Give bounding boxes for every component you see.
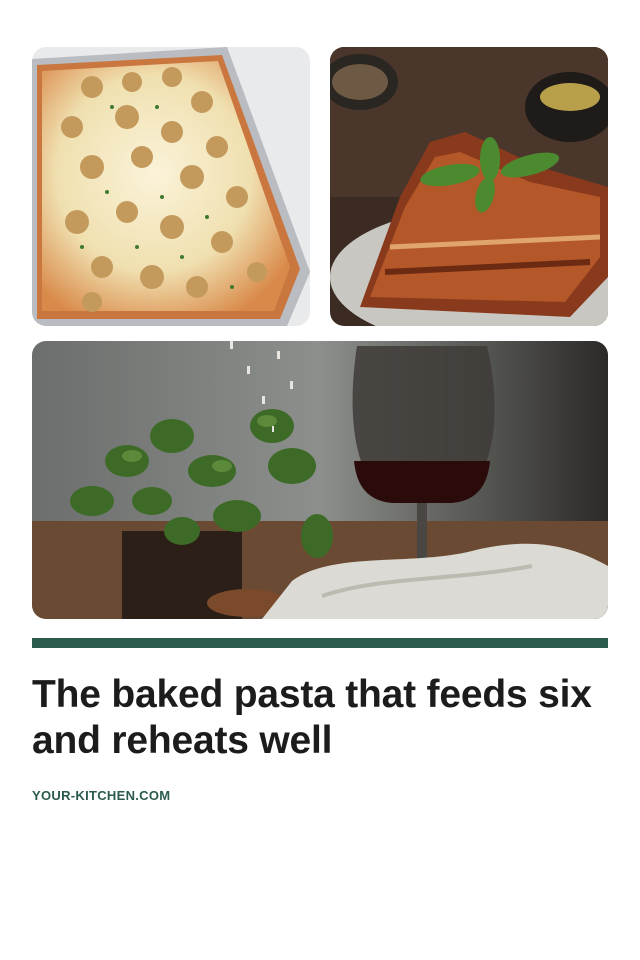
article-headline[interactable]: The baked pasta that feeds six and rehea…: [32, 672, 608, 764]
basil-and-wine-image: [32, 341, 608, 619]
source-domain[interactable]: YOUR-KITCHEN.COM: [32, 788, 170, 803]
accent-divider: [32, 638, 608, 648]
lasagna-slice-image: [330, 47, 608, 326]
lasagna-slice-photo[interactable]: [330, 47, 608, 326]
basil-and-wine-photo[interactable]: [32, 341, 608, 619]
baked-pasta-tray-image: [32, 47, 310, 326]
baked-pasta-tray-photo[interactable]: [32, 47, 310, 326]
